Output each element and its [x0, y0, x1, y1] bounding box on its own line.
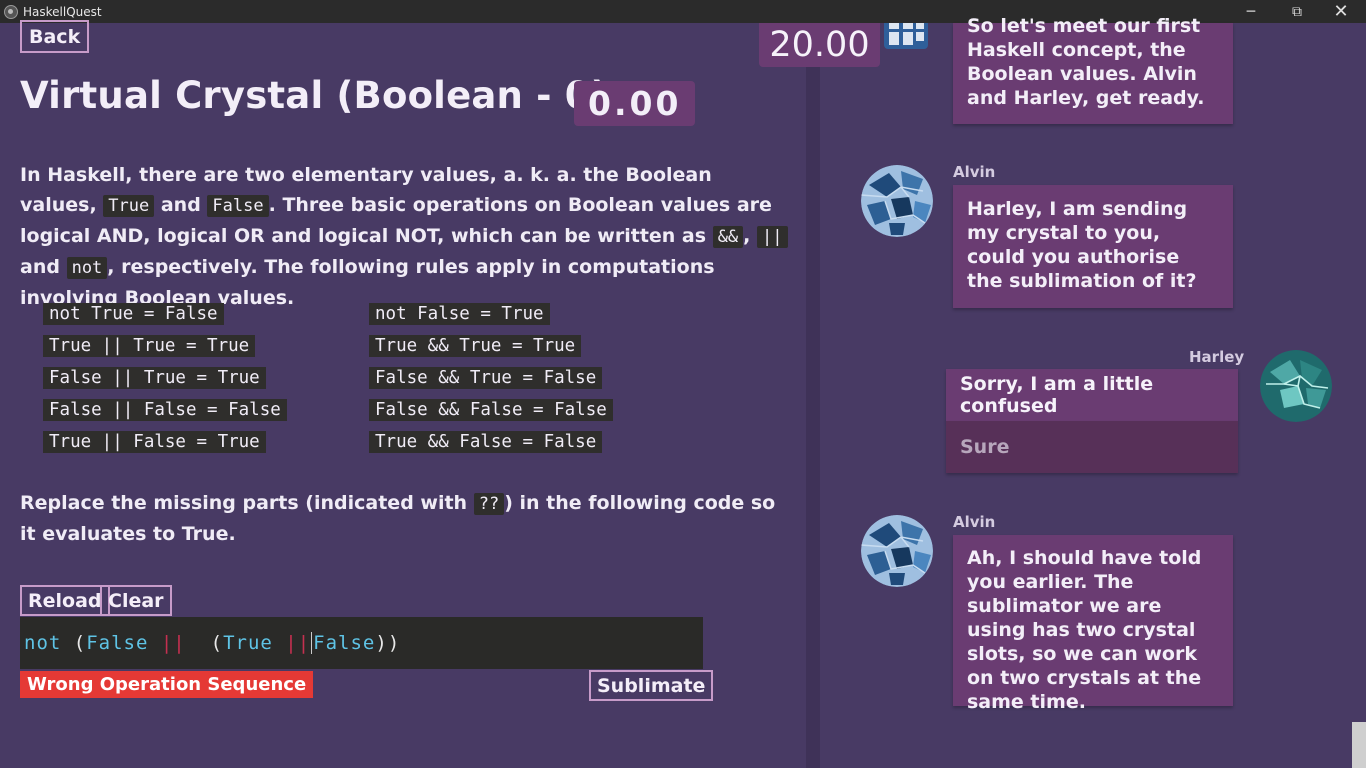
dialogue-choice-confused[interactable]: Sorry, I am a little confused	[946, 369, 1238, 421]
currency-badge: 20.00	[759, 23, 880, 67]
close-button[interactable]: ✕	[1318, 0, 1364, 23]
minimize-button[interactable]: ─	[1228, 0, 1274, 23]
sublimate-button[interactable]: Sublimate	[589, 670, 714, 701]
code-missing: ??	[473, 493, 505, 515]
app-logo-icon	[4, 4, 18, 19]
code-false: False	[207, 195, 269, 217]
chat-message: So let's meet our first Haskell concept,…	[953, 15, 1233, 124]
task-paragraph: Replace the missing parts (indicated wit…	[20, 488, 790, 549]
token-value: False	[313, 632, 376, 654]
dialogue-choice-sure[interactable]: Sure	[946, 421, 1238, 473]
score-badge: 0.00	[574, 81, 696, 126]
code-true: True	[103, 195, 155, 217]
token-value: True	[223, 632, 273, 654]
rule-line: True || False = True	[43, 431, 266, 453]
rules-and-column: not False = True True && True = True Fal…	[369, 303, 613, 463]
rule-line: True && True = True	[369, 335, 582, 357]
page-title: Virtual Crystal (Boolean - 0)	[20, 74, 608, 117]
maximize-button[interactable]: ⧉	[1274, 0, 1320, 23]
task-text: Replace the missing parts (indicated wit…	[20, 492, 474, 514]
reload-button[interactable]: Reload	[20, 585, 110, 616]
rule-line: True || True = True	[43, 335, 256, 357]
rule-line: not False = True	[369, 303, 550, 325]
window-title: HaskellQuest	[23, 4, 102, 19]
chat-message-text: Ah, I should have told you earlier. The …	[967, 547, 1202, 713]
code-or: ||	[757, 226, 788, 248]
intro-text: and	[20, 256, 67, 278]
crystal-chest-icon	[880, 23, 932, 53]
code-not: not	[66, 257, 108, 279]
token-paren: (	[61, 632, 87, 654]
token-keyword: not	[24, 632, 62, 654]
rule-line: False || True = True	[43, 367, 266, 389]
error-message: Wrong Operation Sequence	[20, 671, 314, 698]
chat-message: Harley, I am sending my crystal to you, …	[953, 185, 1233, 308]
speaker-name: Alvin	[953, 163, 996, 181]
token-paren: ))	[375, 632, 401, 654]
intro-text: , respectively. The following rules appl…	[20, 256, 715, 309]
token-paren: (	[198, 632, 224, 654]
rule-line: False || False = False	[43, 399, 287, 421]
clear-button[interactable]: Clear	[100, 585, 172, 616]
token-operator: ||	[148, 632, 199, 654]
alvin-avatar	[861, 165, 933, 237]
chat-scrollbar[interactable]	[1352, 722, 1366, 768]
rule-line: True && False = False	[369, 431, 603, 453]
rules-or-column: not True = False True || True = True Fal…	[43, 303, 287, 463]
chat-message-text: Harley, I am sending my crystal to you, …	[967, 198, 1197, 292]
token-operator: ||	[272, 632, 311, 654]
token-value: False	[86, 632, 149, 654]
speaker-name: Harley	[1189, 348, 1245, 366]
intro-text: ,	[743, 225, 758, 247]
speaker-name: Alvin	[953, 513, 996, 531]
panel-divider	[806, 23, 820, 768]
chat-message-text: So let's meet our first Haskell concept,…	[967, 15, 1205, 109]
code-and: &&	[712, 226, 744, 248]
rule-line: False && True = False	[369, 367, 603, 389]
rule-line: not True = False	[43, 303, 224, 325]
back-button[interactable]: Back	[20, 20, 90, 53]
intro-paragraph: In Haskell, there are two elementary val…	[20, 160, 790, 313]
code-editor[interactable]: not (False || (True || False))	[20, 617, 703, 669]
text-caret	[311, 632, 313, 654]
harley-avatar	[1260, 350, 1332, 422]
alvin-avatar	[861, 515, 933, 587]
chat-message: Ah, I should have told you earlier. The …	[953, 535, 1233, 713]
intro-text: and	[154, 194, 208, 216]
rule-line: False && False = False	[369, 399, 613, 421]
